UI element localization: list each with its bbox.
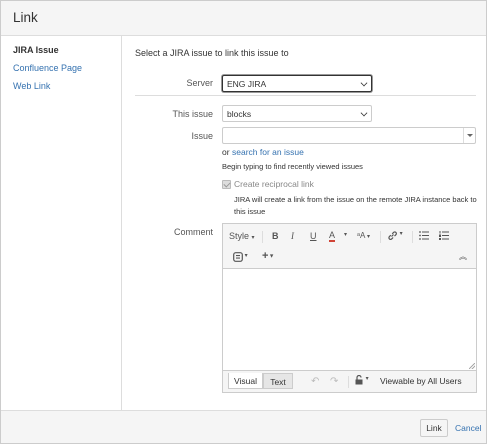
visibility-label: Viewable by All Users bbox=[380, 376, 462, 386]
cancel-link[interactable]: Cancel bbox=[455, 423, 481, 433]
text-color-dropdown[interactable]: ▾ bbox=[344, 231, 347, 238]
redo-icon: ↷ bbox=[330, 376, 339, 387]
sidebar-item-web-link[interactable]: Web Link bbox=[13, 81, 50, 91]
reciprocal-label: Create reciprocal link bbox=[234, 179, 314, 189]
reciprocal-description-1: JIRA will create a link from the issue o… bbox=[234, 195, 477, 204]
dialog-footer: Link Cancel bbox=[1, 410, 486, 443]
more-format-button[interactable]: ᵃA ▾ bbox=[357, 231, 370, 240]
italic-button[interactable]: I bbox=[291, 231, 294, 241]
link-button[interactable]: ▾ bbox=[387, 230, 403, 243]
redo-button[interactable]: ↷ bbox=[330, 376, 338, 387]
toolbar-separator bbox=[412, 231, 413, 243]
issue-picker-input[interactable] bbox=[222, 127, 476, 144]
emoticon-button[interactable]: ▾ bbox=[233, 252, 248, 264]
resize-handle[interactable] bbox=[469, 363, 475, 369]
text-color-button[interactable]: A bbox=[329, 231, 336, 242]
server-value: ENG JIRA bbox=[227, 79, 267, 89]
comment-textarea[interactable] bbox=[223, 268, 476, 371]
bullet-list-button[interactable] bbox=[419, 231, 429, 242]
dialog-title: Link bbox=[13, 10, 38, 25]
tab-visual[interactable]: Visual bbox=[228, 373, 263, 389]
emoticon-icon bbox=[233, 252, 243, 262]
comment-editor: Style ▾ B I U A ▾ ᵃA ▾ ▾ ▾ + ▾ ︽ Visual … bbox=[222, 223, 477, 393]
tab-text[interactable]: Text bbox=[263, 373, 293, 389]
visibility-dropdown[interactable]: ▾ bbox=[355, 374, 369, 387]
editor-toolbar: Style ▾ B I U A ▾ ᵃA ▾ ▾ ▾ + ▾ ︽ bbox=[223, 224, 476, 268]
link-type-value: blocks bbox=[227, 109, 252, 119]
numbered-list-button[interactable] bbox=[439, 231, 449, 242]
sidebar-item-jira-issue[interactable]: JIRA Issue bbox=[13, 45, 59, 55]
issue-label: Issue bbox=[191, 131, 213, 141]
dialog-header: Link bbox=[1, 1, 486, 36]
undo-icon: ↶ bbox=[311, 376, 320, 387]
caret-down-icon: ▾ bbox=[251, 235, 255, 241]
this-issue-label: This issue bbox=[172, 109, 213, 119]
link-type-select[interactable]: blocks bbox=[222, 105, 372, 122]
underline-button[interactable]: U bbox=[310, 231, 317, 241]
toolbar-separator bbox=[348, 376, 349, 388]
editor-mode-bar: Visual Text ↶ ↷ ▾ Viewable by All Users bbox=[223, 371, 476, 392]
numbered-list-icon bbox=[439, 231, 449, 240]
chevron-down-icon bbox=[360, 79, 368, 87]
toolbar-separator bbox=[380, 231, 381, 243]
sidebar: JIRA Issue Confluence Page Web Link bbox=[1, 36, 122, 410]
bold-button[interactable]: B bbox=[272, 231, 279, 241]
divider bbox=[135, 95, 476, 96]
link-dialog: Link JIRA Issue Confluence Page Web Link… bbox=[0, 0, 487, 444]
style-label: Style bbox=[229, 231, 250, 241]
sidebar-item-confluence-page[interactable]: Confluence Page bbox=[13, 63, 82, 73]
caret-down-icon bbox=[467, 134, 473, 137]
toolbar-separator bbox=[262, 231, 263, 243]
insert-button[interactable]: + ▾ bbox=[262, 250, 273, 262]
issue-hint: Begin typing to find recently viewed iss… bbox=[222, 162, 363, 171]
link-form: Select a JIRA issue to link this issue t… bbox=[123, 36, 486, 410]
or-text: or bbox=[222, 147, 230, 157]
collapse-icon: ︽ bbox=[459, 252, 467, 261]
form-intro: Select a JIRA issue to link this issue t… bbox=[135, 48, 289, 58]
server-label: Server bbox=[186, 78, 213, 88]
issue-dropdown-button[interactable] bbox=[463, 128, 475, 143]
undo-button[interactable]: ↶ bbox=[311, 376, 319, 387]
reciprocal-checkbox[interactable] bbox=[222, 180, 231, 189]
chevron-down-icon bbox=[360, 109, 368, 117]
comment-label: Comment bbox=[173, 227, 213, 237]
collapse-toolbar-button[interactable]: ︽ bbox=[459, 251, 467, 262]
link-submit-button[interactable]: Link bbox=[420, 419, 448, 437]
style-dropdown[interactable]: Style ▾ bbox=[229, 231, 255, 241]
link-icon bbox=[388, 231, 397, 240]
search-issue-link[interactable]: search for an issue bbox=[232, 147, 304, 157]
unlock-icon bbox=[355, 374, 363, 385]
bullet-list-icon bbox=[419, 231, 429, 240]
reciprocal-description-2: this issue bbox=[234, 207, 266, 216]
server-select[interactable]: ENG JIRA bbox=[222, 75, 372, 92]
